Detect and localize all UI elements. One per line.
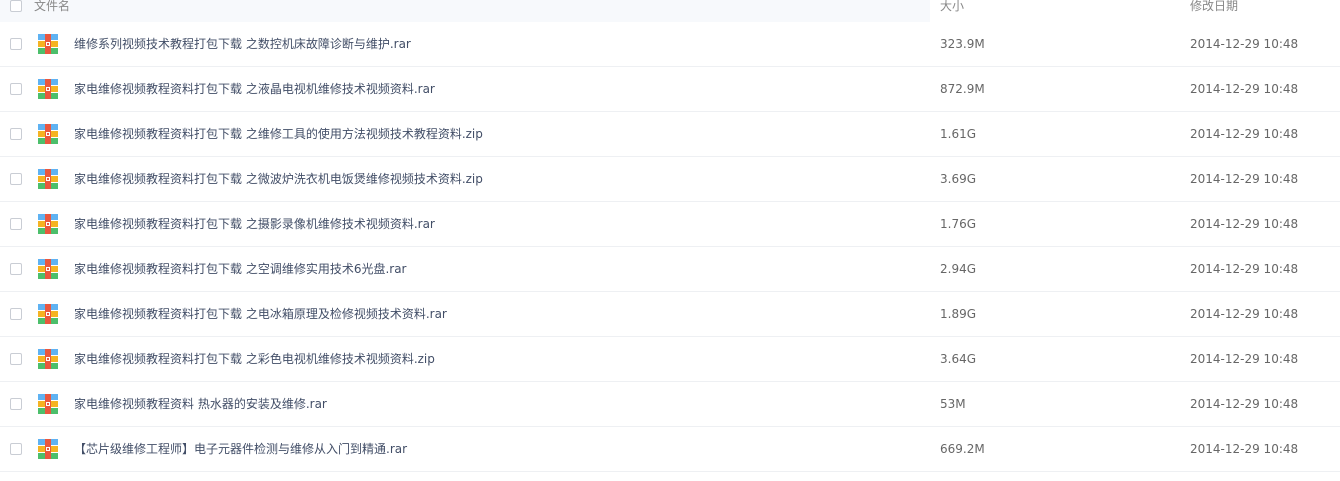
- file-modified-date: 2014-12-29 10:48: [1190, 127, 1299, 141]
- file-size: 3.64G: [940, 352, 977, 366]
- file-name-link[interactable]: 家电维修视频教程资料打包下载 之电冰箱原理及检修视频技术资料.rar: [74, 307, 447, 321]
- file-name-link[interactable]: 维修系列视频技术教程打包下载 之数控机床故障诊断与维护.rar: [74, 37, 411, 51]
- file-size: 1.89G: [940, 307, 977, 321]
- file-row[interactable]: 【芯片级维修工程师】电子元器件检测与维修从入门到精通.rar 669.2M 20…: [0, 427, 1340, 472]
- archive-icon: [38, 169, 58, 189]
- row-checkbox[interactable]: [10, 263, 22, 275]
- file-size: 3.69G: [940, 172, 977, 186]
- row-checkbox[interactable]: [10, 308, 22, 320]
- file-row[interactable]: 家电维修视频教程资料 热水器的安装及维修.rar 53M 2014-12-29 …: [0, 382, 1340, 427]
- file-list-table: 文件名 大小 修改日期 维修系列视频技术教程打包下载 之数控机床故障诊断与维护.…: [0, 0, 1340, 481]
- file-modified-date: 2014-12-29 10:48: [1190, 397, 1299, 411]
- select-all-checkbox[interactable]: [10, 0, 22, 12]
- file-row[interactable]: 家电维修视频教程资料打包下载 之维修工具的使用方法视频技术教程资料.zip 1.…: [0, 112, 1340, 157]
- file-row[interactable]: 家电维修视频教程资料打包下载 之微波炉洗衣机电饭煲维修视频技术资料.zip 3.…: [0, 157, 1340, 202]
- file-size: 872.9M: [940, 82, 985, 96]
- row-checkbox[interactable]: [10, 173, 22, 185]
- file-name-link[interactable]: 家电维修视频教程资料 热水器的安装及维修.rar: [74, 397, 327, 411]
- file-modified-date: 2014-12-29 10:48: [1190, 37, 1299, 51]
- file-row[interactable]: 家电维修视频教程资料打包下载 之电冰箱原理及检修视频技术资料.rar 1.89G…: [0, 292, 1340, 337]
- archive-icon: [38, 259, 58, 279]
- file-size: 1.76G: [940, 217, 977, 231]
- file-name-link[interactable]: 家电维修视频教程资料打包下载 之彩色电视机维修技术视频资料.zip: [74, 352, 435, 366]
- row-checkbox[interactable]: [10, 128, 22, 140]
- column-header-name[interactable]: 文件名: [34, 0, 70, 13]
- file-size: 53M: [940, 397, 966, 411]
- file-modified-date: 2014-12-29 10:48: [1190, 307, 1299, 321]
- file-name-link[interactable]: 家电维修视频教程资料打包下载 之摄影录像机维修技术视频资料.rar: [74, 217, 435, 231]
- row-checkbox[interactable]: [10, 83, 22, 95]
- file-row[interactable]: 家电维修视频教程资料打包下载 之彩色电视机维修技术视频资料.zip 3.64G …: [0, 337, 1340, 382]
- archive-icon: [38, 439, 58, 459]
- archive-icon: [38, 34, 58, 54]
- header-name-cell: [0, 0, 930, 22]
- file-size: 323.9M: [940, 37, 985, 51]
- file-name-link[interactable]: 家电维修视频教程资料打包下载 之微波炉洗衣机电饭煲维修视频技术资料.zip: [74, 172, 483, 186]
- row-checkbox[interactable]: [10, 218, 22, 230]
- file-size: 1.61G: [940, 127, 977, 141]
- archive-icon: [38, 214, 58, 234]
- file-name-link[interactable]: 家电维修视频教程资料打包下载 之液晶电视机维修技术视频资料.rar: [74, 82, 435, 96]
- row-checkbox[interactable]: [10, 398, 22, 410]
- archive-icon: [38, 124, 58, 144]
- file-row[interactable]: 维修系列视频技术教程打包下载 之数控机床故障诊断与维护.rar 323.9M 2…: [0, 22, 1340, 67]
- file-name-link[interactable]: 家电维修视频教程资料打包下载 之维修工具的使用方法视频技术教程资料.zip: [74, 127, 483, 141]
- column-header-size[interactable]: 大小: [940, 0, 964, 13]
- file-size: 2.94G: [940, 262, 977, 276]
- row-checkbox[interactable]: [10, 353, 22, 365]
- file-row[interactable]: 家电维修视频教程资料打包下载 之液晶电视机维修技术视频资料.rar 872.9M…: [0, 67, 1340, 112]
- file-row[interactable]: 家电维修视频教程资料打包下载 之空调维修实用技术6光盘.rar 2.94G 20…: [0, 247, 1340, 292]
- file-name-link[interactable]: 【芯片级维修工程师】电子元器件检测与维修从入门到精通.rar: [74, 442, 407, 456]
- archive-icon: [38, 304, 58, 324]
- file-row[interactable]: 家电维修视频教程资料打包下载 之摄影录像机维修技术视频资料.rar 1.76G …: [0, 202, 1340, 247]
- file-modified-date: 2014-12-29 10:48: [1190, 217, 1299, 231]
- file-modified-date: 2014-12-29 10:48: [1190, 262, 1299, 276]
- row-checkbox[interactable]: [10, 443, 22, 455]
- file-modified-date: 2014-12-29 10:48: [1190, 442, 1299, 456]
- file-modified-date: 2014-12-29 10:48: [1190, 352, 1299, 366]
- file-name-link[interactable]: 家电维修视频教程资料打包下载 之空调维修实用技术6光盘.rar: [74, 262, 407, 276]
- file-size: 669.2M: [940, 442, 985, 456]
- file-modified-date: 2014-12-29 10:48: [1190, 172, 1299, 186]
- row-checkbox[interactable]: [10, 38, 22, 50]
- table-header: 文件名 大小 修改日期: [0, 0, 1340, 22]
- column-header-date[interactable]: 修改日期: [1190, 0, 1238, 13]
- archive-icon: [38, 394, 58, 414]
- archive-icon: [38, 79, 58, 99]
- file-modified-date: 2014-12-29 10:48: [1190, 82, 1299, 96]
- archive-icon: [38, 349, 58, 369]
